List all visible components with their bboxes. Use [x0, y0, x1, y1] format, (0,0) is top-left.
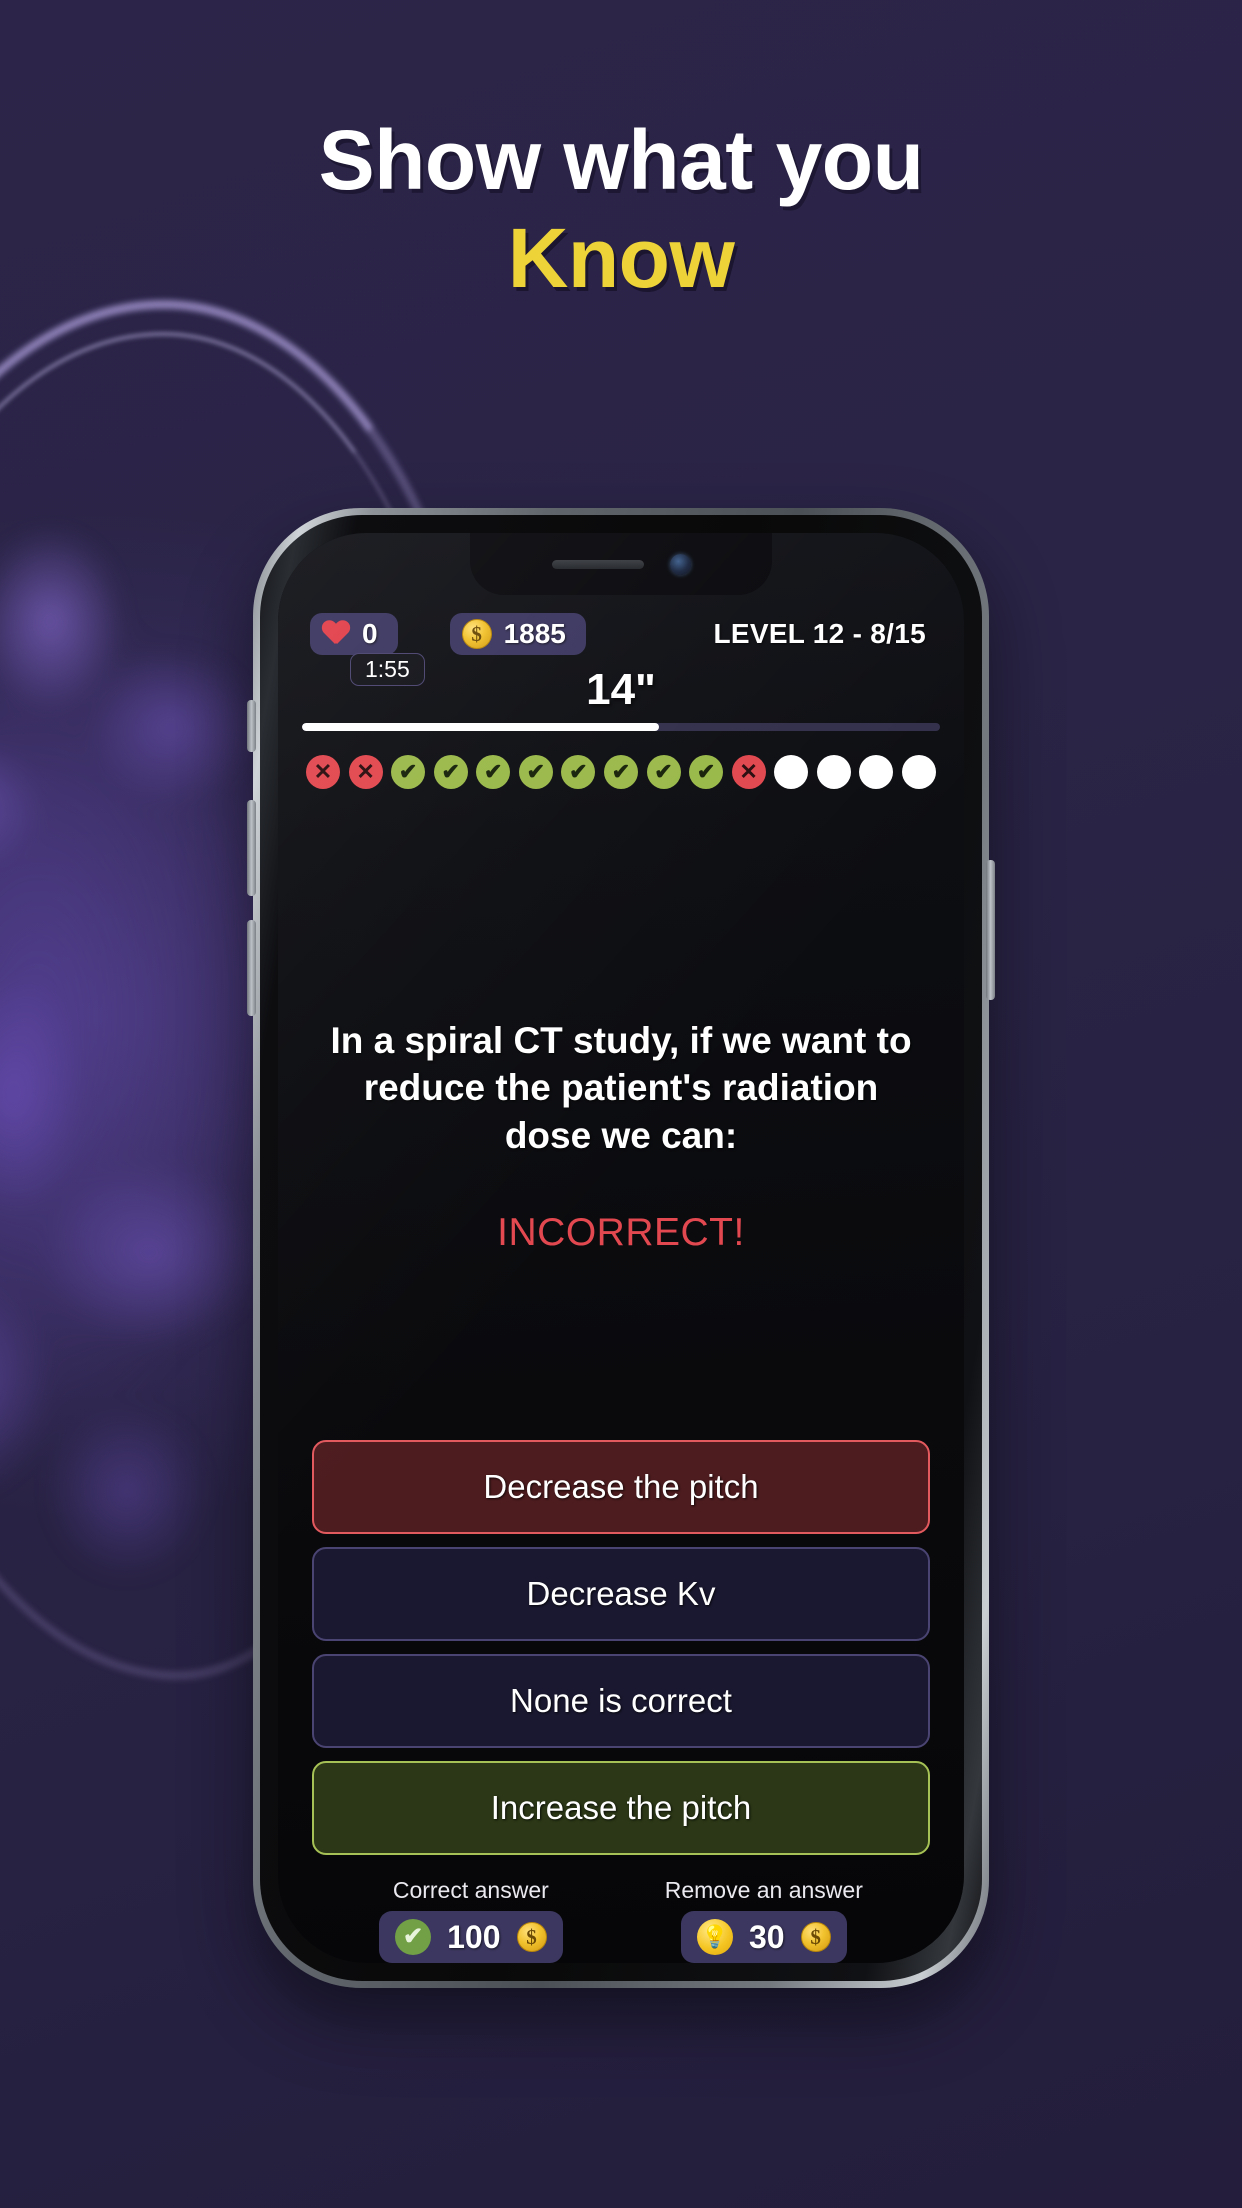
quiz-game-app: 0 $ 1885 LEVEL 12 - 8/15 1:55 14" ✕ ✕ ✔ ✔ ✔ ✔…: [278, 533, 964, 1963]
coin-icon: $: [800, 1922, 831, 1952]
powerup-2[interactable]: Remove an answer 💡 30 $: [665, 1877, 863, 1963]
lives-refill-timer: 1:55: [350, 653, 425, 686]
progress-dot-pending: [774, 755, 809, 789]
progress-dot-wrong: ✕: [306, 755, 340, 789]
earpiece-speaker-icon: [551, 559, 644, 569]
phone-mockup: 0 $ 1885 LEVEL 12 - 8/15 1:55 14" ✕ ✕ ✔ ✔ ✔ ✔…: [253, 508, 989, 1988]
lives-pill[interactable]: 0: [310, 613, 398, 655]
progress-dot-wrong: ✕: [731, 755, 766, 789]
volume-up-button[interactable]: [247, 800, 256, 896]
powerup-cost-value: 30: [749, 1918, 785, 1955]
green-check-icon: ✔: [395, 1919, 432, 1955]
hud-stat-row: 0 $ 1885 LEVEL 12 - 8/15 1:55: [302, 613, 940, 686]
question-progress-dots: ✕ ✕ ✔ ✔ ✔ ✔ ✔ ✔ ✔ ✔ ✕: [302, 755, 940, 811]
progress-dot-right: ✔: [476, 755, 511, 789]
answer-option-4[interactable]: Increase the pitch: [312, 1761, 930, 1855]
progress-dot-wrong: ✕: [348, 755, 383, 789]
powerup-bar: Correct answer ✔ 100 $ Remove an answer 💡 30 $: [302, 1855, 940, 1963]
powerup-label: Correct answer: [392, 1877, 549, 1903]
progress-dot-pending: [816, 755, 851, 789]
progress-dot-right: ✔: [391, 755, 426, 789]
progress-dot-pending: [901, 755, 936, 789]
mute-switch[interactable]: [247, 700, 256, 752]
answer-option-label: None is correct: [510, 1682, 732, 1719]
headline: Show what you Know: [0, 118, 1242, 300]
progress-dot-right: ✔: [433, 755, 468, 789]
phone-bezel: 0 $ 1885 LEVEL 12 - 8/15 1:55 14" ✕ ✕ ✔ ✔ ✔ ✔…: [260, 515, 982, 1981]
phone-notch: [470, 533, 772, 595]
headline-line-2: Know: [507, 211, 735, 305]
coins-value: 1885: [503, 618, 566, 649]
powerup-1[interactable]: Correct answer ✔ 100 $: [379, 1877, 563, 1963]
coin-icon: $: [516, 1922, 547, 1952]
power-button[interactable]: [986, 860, 995, 1000]
answer-option-label: Increase the pitch: [490, 1789, 752, 1826]
coins-pill[interactable]: $ 1885: [449, 613, 586, 655]
verdict-text: INCORRECT!: [497, 1211, 745, 1255]
answer-option-2[interactable]: Decrease Kv: [312, 1547, 930, 1641]
progress-dot-right: ✔: [518, 755, 553, 789]
answer-option-1[interactable]: Decrease the pitch: [312, 1440, 930, 1534]
countdown-progress-track: [302, 723, 940, 731]
countdown-progress-fill: [302, 723, 660, 731]
answer-option-label: Decrease Kv: [526, 1575, 716, 1612]
question-area: In a spiral CT study, if we want to redu…: [302, 811, 940, 1440]
lives-value: 0: [362, 618, 378, 649]
phone-screen: 0 $ 1885 LEVEL 12 - 8/15 1:55 14" ✕ ✕ ✔ ✔ ✔ ✔…: [278, 533, 964, 1963]
powerup-cost-pill[interactable]: ✔ 100 $: [379, 1911, 563, 1963]
powerup-label: Remove an answer: [664, 1877, 863, 1903]
progress-dot-pending: [859, 755, 894, 789]
progress-dot-right: ✔: [603, 755, 638, 789]
answer-list: Decrease the pitch Decrease Kv None is cor…: [302, 1440, 940, 1855]
progress-dot-right: ✔: [646, 755, 681, 789]
headline-line-1: Show what you: [318, 113, 924, 207]
volume-down-button[interactable]: [247, 920, 256, 1016]
lightbulb-icon: 💡: [697, 1919, 733, 1955]
level-label: LEVEL 12 - 8/15: [713, 618, 926, 649]
progress-dot-right: ✔: [561, 755, 596, 789]
question-text: In a spiral CT study, if we want to redu…: [330, 1020, 912, 1156]
heart-icon: [322, 621, 350, 647]
coin-icon: $: [461, 619, 492, 649]
answer-option-3[interactable]: None is correct: [312, 1654, 930, 1748]
answer-option-label: Decrease the pitch: [483, 1468, 759, 1505]
progress-dot-right: ✔: [689, 755, 724, 789]
front-camera-icon: [669, 553, 691, 575]
powerup-cost-pill[interactable]: 💡 30 $: [681, 1911, 847, 1963]
powerup-cost-value: 100: [447, 1918, 501, 1955]
